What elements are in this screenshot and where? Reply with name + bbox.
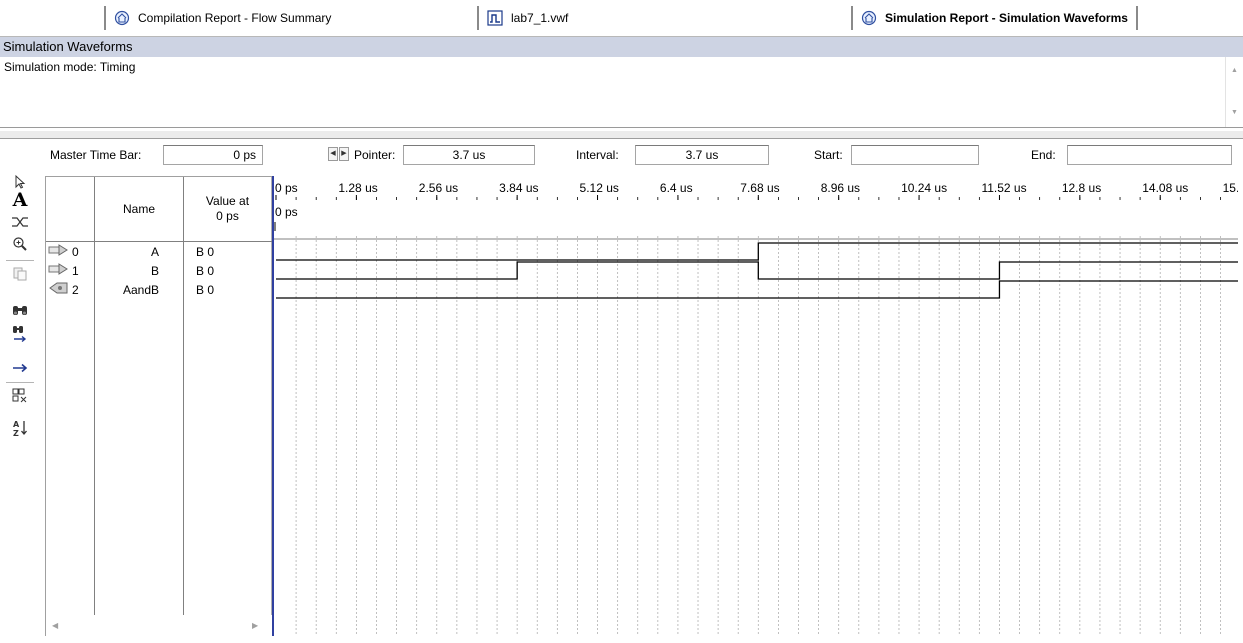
- document-tab-strip: Compilation Report - Flow Summary lab7_1…: [0, 0, 1243, 36]
- scroll-down-icon[interactable]: ▼: [1231, 109, 1238, 116]
- node-value: B 0: [196, 283, 215, 297]
- node-value: B 0: [196, 245, 215, 259]
- master-time-bar-marker-label: 0 ps: [275, 205, 298, 219]
- interval-field: 3.7 us: [635, 145, 769, 165]
- time-tick-label: 1.28 us: [338, 181, 377, 195]
- end-label: End:: [1031, 148, 1056, 162]
- waveform-panel[interactable]: 0 ps 1.28 us 2.56 us 3.84 us 5.12 us 6.4 us 7.…: [272, 176, 1238, 636]
- interval-label: Interval:: [576, 148, 619, 162]
- pointer-field: 3.7 us: [403, 145, 535, 165]
- end-field: [1067, 145, 1232, 165]
- tab-compilation-report[interactable]: Compilation Report - Flow Summary: [104, 6, 331, 30]
- node-name: A: [150, 245, 159, 259]
- node-index: 1: [72, 263, 79, 278]
- input-pin-icon: [48, 263, 70, 278]
- tab-label: Simulation Report - Simulation Waveforms: [885, 11, 1128, 25]
- node-table-scrollbar[interactable]: ◀ ▶: [46, 617, 272, 635]
- time-tick-label: 6.4 us: [660, 181, 693, 195]
- zoom-tool-icon[interactable]: [8, 232, 32, 256]
- tab-label: Compilation Report - Flow Summary: [138, 11, 332, 25]
- waveform-A: [276, 242, 1238, 261]
- time-tick-label: 14.08 us: [1142, 181, 1188, 195]
- group-icon[interactable]: [8, 384, 32, 408]
- previous-transition-button[interactable]: ◀: [328, 147, 338, 161]
- output-pin-icon: [48, 282, 70, 297]
- simulation-report-header: Simulation Waveforms Simulation mode: Ti…: [0, 36, 1243, 128]
- tab-lab7-vwf[interactable]: lab7_1.vwf: [477, 6, 568, 30]
- sort-az-icon[interactable]: AZ: [8, 416, 32, 440]
- node-value: B 0: [196, 264, 215, 278]
- next-transition-button[interactable]: ▶: [339, 147, 349, 161]
- time-tick-label: 11.52 us: [981, 181, 1026, 195]
- waveform-AandB: [276, 280, 1238, 299]
- input-pin-icon: [48, 244, 70, 259]
- waveform-toolbar: A AZ: [0, 170, 44, 643]
- section-title: Simulation Waveforms: [0, 37, 1243, 57]
- scroll-left-icon[interactable]: ◀: [52, 621, 58, 630]
- time-tick-label: 0 ps: [275, 181, 298, 195]
- tab-label: lab7_1.vwf: [511, 11, 569, 25]
- time-bar: Master Time Bar: 0 ps ◀ ▶ Pointer: 3.7 u…: [0, 140, 1243, 170]
- time-tick-label: 5.12 us: [580, 181, 619, 195]
- time-tick-label: 15.36 us: [1223, 181, 1238, 195]
- master-time-bar-label: Master Time Bar:: [50, 148, 142, 162]
- message-area: Simulation mode: Timing ▲ ▼: [0, 57, 1243, 127]
- time-tick-label: 3.84 us: [499, 181, 538, 195]
- node-name: B: [150, 264, 159, 278]
- report-icon: [114, 10, 130, 26]
- arrow-right-icon[interactable]: [8, 356, 32, 380]
- start-field: [851, 145, 979, 165]
- time-tick-label: 12.8 us: [1062, 181, 1101, 195]
- waveform-editing-tool-icon[interactable]: [8, 210, 32, 234]
- time-tick-label: 8.96 us: [821, 181, 860, 195]
- pointer-label: Pointer:: [354, 148, 396, 162]
- report-icon: [861, 10, 877, 26]
- waveform-canvas[interactable]: 0 ps 1.28 us 2.56 us 3.84 us 5.12 us 6.4 us 7.…: [274, 176, 1238, 636]
- panel-splitter[interactable]: [0, 131, 1243, 139]
- message-scrollbar[interactable]: ▲ ▼: [1225, 57, 1243, 127]
- find-next-icon[interactable]: [8, 322, 32, 346]
- waveform-B: [276, 261, 1238, 280]
- master-time-bar-field[interactable]: 0 ps: [163, 145, 263, 165]
- node-index: 2: [72, 282, 79, 297]
- waveform-file-icon: [487, 10, 503, 26]
- svg-text:A: A: [13, 420, 20, 429]
- time-tick-label: 10.24 us: [901, 181, 947, 195]
- copy-icon[interactable]: [8, 262, 32, 286]
- find-icon[interactable]: [8, 298, 32, 322]
- tab-simulation-report[interactable]: Simulation Report - Simulation Waveforms: [851, 6, 1138, 30]
- table-row[interactable]: 0 A B 0: [46, 243, 272, 261]
- node-name: AandB: [122, 283, 159, 297]
- table-row[interactable]: 2 AandB B 0: [46, 281, 272, 299]
- time-tick-label: 2.56 us: [419, 181, 458, 195]
- node-table: Name Value at 0 ps 0 A B 0 1 B B 0 2 Aan…: [45, 176, 272, 636]
- text-tool-icon[interactable]: A: [8, 188, 32, 212]
- node-index: 0: [72, 244, 79, 259]
- simulation-mode-text: Simulation mode: Timing: [4, 60, 136, 74]
- svg-text:Z: Z: [13, 429, 19, 437]
- name-column-header[interactable]: Name: [95, 177, 183, 241]
- start-label: Start:: [814, 148, 843, 162]
- table-row[interactable]: 1 B B 0: [46, 262, 272, 280]
- time-tick-label: 7.68 us: [740, 181, 779, 195]
- value-column-header[interactable]: Value at 0 ps: [184, 177, 271, 241]
- scroll-up-icon[interactable]: ▲: [1231, 67, 1238, 74]
- scroll-right-icon[interactable]: ▶: [252, 621, 258, 630]
